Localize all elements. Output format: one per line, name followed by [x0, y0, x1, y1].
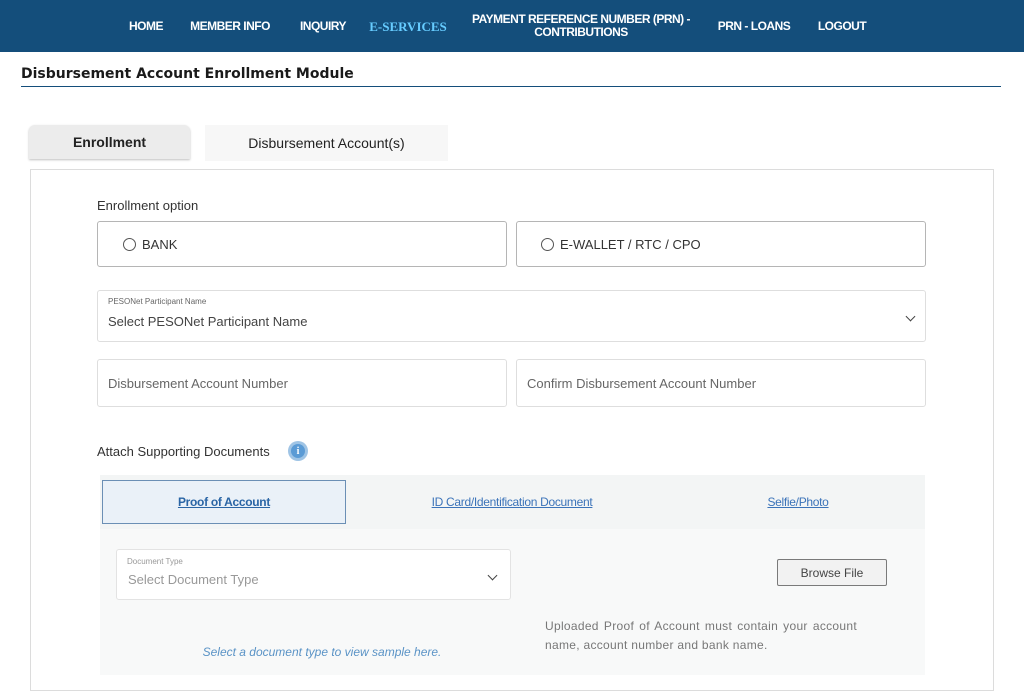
browse-file-button[interactable]: Browse File — [777, 559, 887, 586]
nav-prn-contributions[interactable]: PAYMENT REFERENCE NUMBER (PRN) - CONTRIB… — [466, 0, 696, 52]
tab-selfie-photo[interactable]: Selfie/Photo — [700, 475, 896, 529]
document-tabs: Proof of Account ID Card/Identification … — [100, 475, 925, 529]
option-bank-radio[interactable]: BANK — [97, 221, 507, 267]
document-type-select[interactable]: Document Type Select Document Type — [116, 549, 511, 600]
info-icon[interactable]: i — [288, 441, 308, 461]
upload-requirement-note: Uploaded Proof of Account must contain y… — [545, 619, 857, 652]
tab-disbursement-accounts[interactable]: Disbursement Account(s) — [205, 125, 448, 161]
tab-enrollment[interactable]: Enrollment — [29, 125, 190, 159]
tab-id-card[interactable]: ID Card/Identification Document — [360, 475, 664, 529]
radio-circle-icon — [123, 237, 136, 251]
radio-circle-icon — [541, 237, 554, 251]
pesonet-participant-select[interactable]: PESONet Participant Name Select PESONet … — [97, 290, 926, 342]
confirm-account-number-input[interactable]: Confirm Disbursement Account Number — [516, 359, 926, 407]
nav-inquiry[interactable]: INQUIRY — [292, 0, 354, 52]
nav-home[interactable]: HOME — [124, 0, 168, 52]
pesonet-select-label: PESONet Participant Name — [108, 297, 207, 306]
pesonet-select-value: Select PESONet Participant Name — [108, 314, 308, 329]
nav-logout[interactable]: LOGOUT — [812, 0, 872, 52]
option-ewallet-label: E-WALLET / RTC / CPO — [560, 236, 701, 252]
attach-documents-label: Attach Supporting Documents — [97, 444, 270, 459]
nav-eservices[interactable]: E-SERVICES — [369, 0, 447, 52]
nav-member-info[interactable]: MEMBER INFO — [186, 0, 274, 52]
option-bank-label: BANK — [142, 236, 178, 252]
confirm-account-placeholder: Confirm Disbursement Account Number — [527, 376, 757, 391]
chevron-down-icon — [487, 570, 498, 581]
enrollment-option-label: Enrollment option — [97, 198, 199, 213]
tab-proof-of-account[interactable]: Proof of Account — [102, 480, 346, 524]
page-title: Disbursement Account Enrollment Module — [21, 66, 354, 82]
account-number-placeholder: Disbursement Account Number — [108, 376, 288, 391]
chevron-down-icon — [905, 311, 916, 322]
account-number-input[interactable]: Disbursement Account Number — [97, 359, 507, 407]
nav-prn-loans[interactable]: PRN - LOANS — [713, 0, 795, 52]
sample-preview-hint: Select a document type to view sample he… — [202, 645, 442, 659]
document-type-label: Document Type — [127, 557, 183, 566]
top-navigation-bar: HOME MEMBER INFO INQUIRY E-SERVICES PAYM… — [0, 0, 1024, 52]
title-divider — [21, 86, 1001, 87]
info-glyph: i — [291, 444, 305, 458]
document-type-value: Select Document Type — [128, 572, 259, 587]
option-ewallet-radio[interactable]: E-WALLET / RTC / CPO — [516, 221, 926, 267]
